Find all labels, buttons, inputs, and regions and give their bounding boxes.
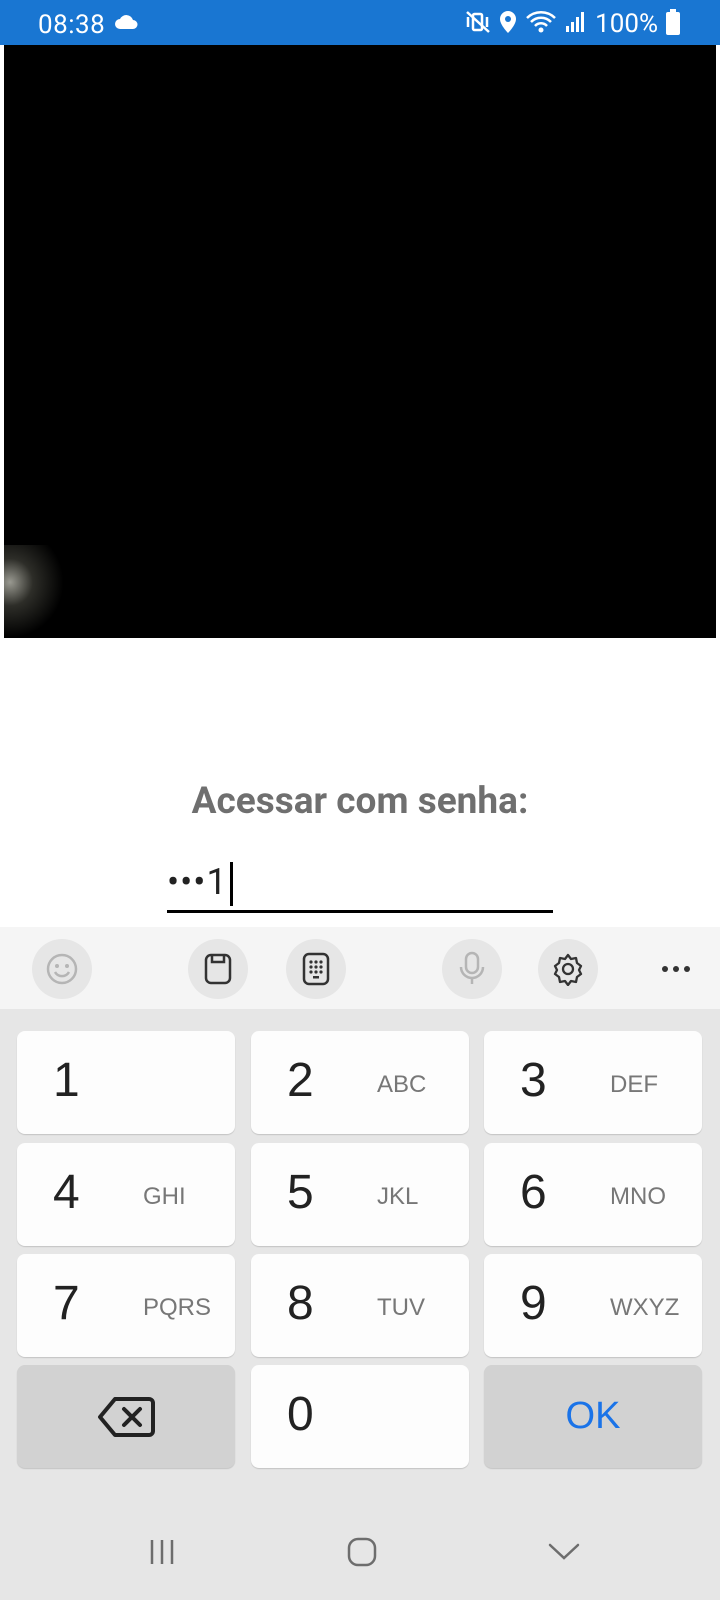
camera-glare <box>4 545 64 638</box>
microphone-icon[interactable] <box>442 939 502 999</box>
navigation-bar <box>0 1510 720 1600</box>
settings-icon[interactable] <box>538 939 598 999</box>
battery-percent: 100% <box>595 9 658 39</box>
key-2[interactable]: 2 ABC <box>251 1031 469 1134</box>
key-9[interactable]: 9 WXYZ <box>484 1254 702 1357</box>
key-1[interactable]: 1 <box>17 1031 235 1134</box>
password-field[interactable]: •••1 <box>167 853 553 913</box>
key-7[interactable]: 7 PQRS <box>17 1254 235 1357</box>
status-time: 08:38 <box>38 10 106 40</box>
mute-vibrate-icon <box>465 10 491 38</box>
backspace-icon <box>17 1365 235 1468</box>
back-icon[interactable] <box>534 1532 594 1572</box>
password-value: •••1 <box>167 861 228 903</box>
location-icon <box>499 10 517 38</box>
key-6[interactable]: 6 MNO <box>484 1143 702 1246</box>
recents-icon[interactable] <box>132 1532 192 1572</box>
wifi-icon <box>525 10 557 38</box>
keyboard-toolbar <box>0 927 720 1009</box>
key-0[interactable]: 0 <box>251 1365 469 1468</box>
status-icons: 100% <box>465 9 680 39</box>
key-3[interactable]: 3 DEF <box>484 1031 702 1134</box>
signal-icon <box>565 10 587 38</box>
clipboard-icon[interactable] <box>188 939 248 999</box>
key-5[interactable]: 5 JKL <box>251 1143 469 1246</box>
text-caret <box>229 862 233 907</box>
key-8[interactable]: 8 TUV <box>251 1254 469 1357</box>
more-icon[interactable] <box>646 939 706 999</box>
ok-key[interactable]: OK <box>484 1365 702 1468</box>
key-4[interactable]: 4 GHI <box>17 1143 235 1246</box>
keypad-icon[interactable] <box>286 939 346 999</box>
cloud-icon <box>114 14 138 34</box>
backspace-key[interactable] <box>17 1365 235 1468</box>
password-label: Acessar com senha: <box>191 780 529 823</box>
home-icon[interactable] <box>332 1532 392 1572</box>
ok-key-label: OK <box>565 1395 621 1437</box>
battery-icon <box>666 9 680 39</box>
emoji-icon[interactable] <box>32 939 92 999</box>
camera-preview <box>4 45 716 638</box>
status-bar: 08:38 100% <box>0 0 720 45</box>
